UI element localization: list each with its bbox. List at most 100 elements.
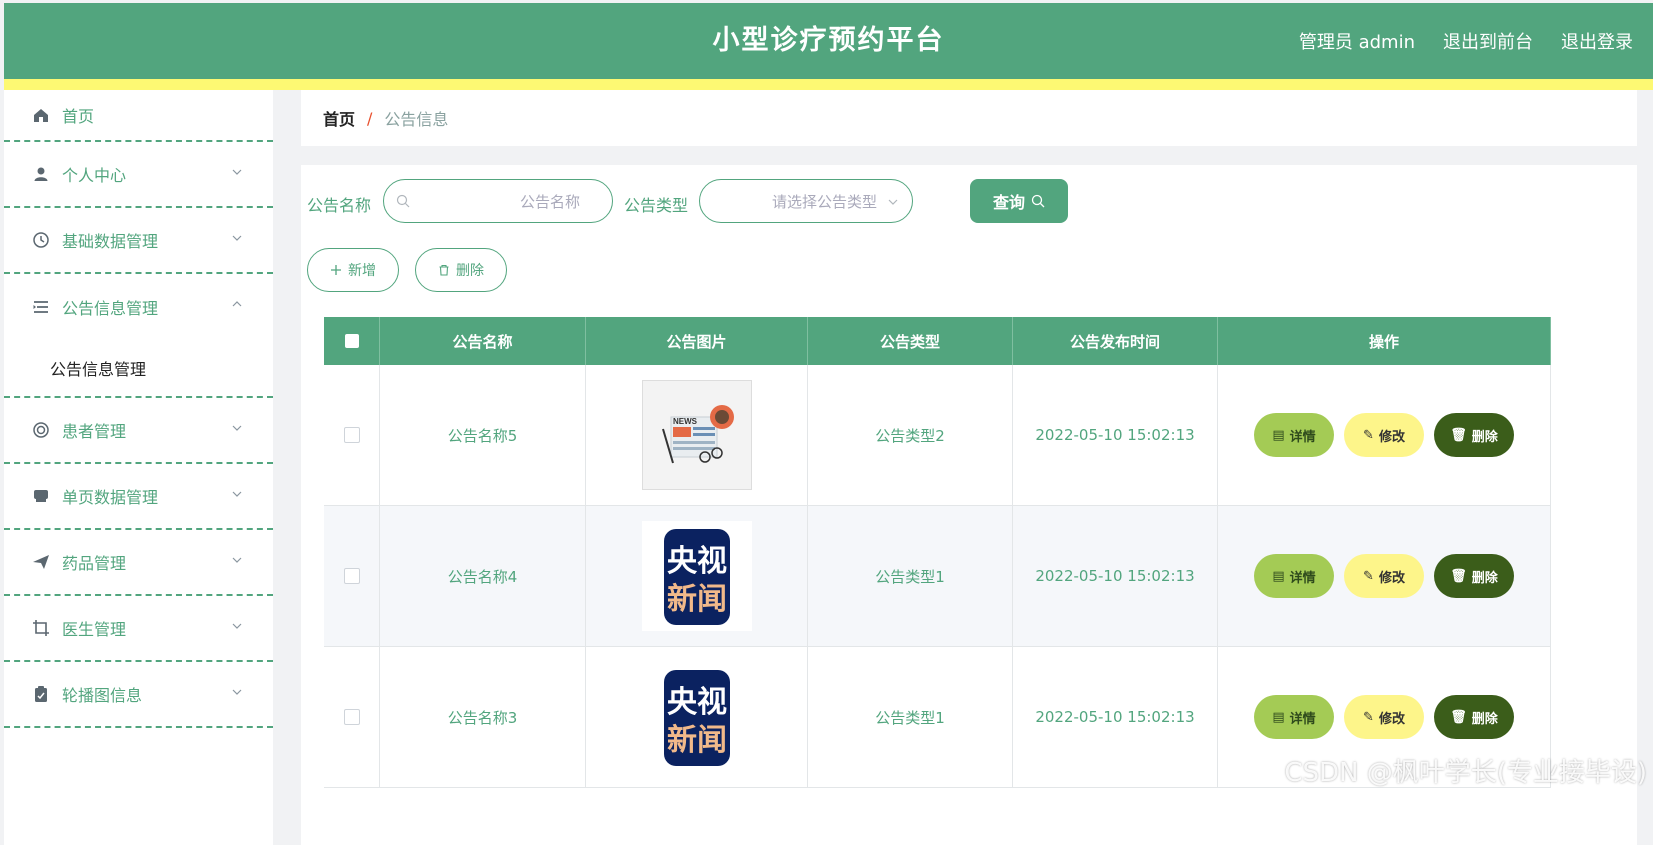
batch-delete-label: 删除: [456, 263, 484, 279]
chevron-down-icon: [232, 235, 242, 241]
chevron-down-icon: [232, 169, 242, 175]
main-panel: 公告名称 公告名称 公告类型 请选择公告类型 查询 新增 删除 公告名称 公告图…: [301, 165, 1637, 845]
trash-icon: 🗑: [1450, 568, 1467, 584]
sidebar-item-label: 单页数据管理: [62, 488, 159, 507]
delete-label: 删除: [1471, 711, 1498, 727]
notice-image-cctv[interactable]: 央视 新闻: [641, 521, 752, 631]
row-checkbox[interactable]: [343, 568, 360, 584]
user-icon: [32, 165, 50, 183]
sidebar: 首页 个人中心 基础数据管理 公告信息管理 公告信息管理 患者管理 单页数据管理…: [4, 90, 273, 845]
pen-icon: ✎: [1363, 568, 1374, 584]
sidebar-item-medicine[interactable]: 药品管理: [4, 530, 273, 596]
sidebar-item-patients[interactable]: 患者管理: [4, 398, 273, 464]
trash-icon: 🗑: [1450, 709, 1467, 725]
cell-notice-name: 公告名称3: [380, 647, 586, 787]
pen-icon: ✎: [1363, 427, 1374, 443]
notice-name-label: 公告名称: [307, 196, 372, 215]
breadcrumb-separator: /: [367, 108, 373, 128]
cell-notice-type: 公告类型2: [808, 365, 1013, 505]
table-row: 公告名称5 NEWS 公告类型2 2022-05-10 15:02:13 ▤ 详…: [324, 365, 1551, 506]
row-checkbox[interactable]: [343, 427, 360, 443]
sidebar-item-label: 公告信息管理: [62, 299, 159, 318]
detail-button[interactable]: ▤ 详情: [1254, 413, 1334, 457]
chevron-down-icon: [232, 425, 242, 431]
sidebar-item-single-page[interactable]: 单页数据管理: [4, 464, 273, 530]
submenu-item-notice-management[interactable]: 公告信息管理: [4, 340, 273, 396]
detail-button[interactable]: ▤ 详情: [1254, 554, 1334, 598]
breadcrumb-home[interactable]: 首页: [323, 106, 355, 130]
cell-publish-time: 2022-05-10 15:02:13: [1013, 647, 1218, 787]
back-to-front-link[interactable]: 退出到前台: [1443, 28, 1533, 54]
notice-image-cctv[interactable]: 央视 新闻: [641, 662, 752, 772]
search-icon: [396, 194, 410, 208]
home-icon: [32, 106, 50, 124]
col-notice-image: 公告图片: [586, 317, 808, 365]
sidebar-item-label: 药品管理: [62, 554, 127, 573]
cctv-news-logo-icon: 央视 新闻: [663, 529, 730, 625]
delete-button[interactable]: 🗑 删除: [1434, 413, 1514, 457]
delete-button[interactable]: 🗑 删除: [1434, 554, 1514, 598]
detail-label: 详情: [1289, 570, 1316, 586]
query-button[interactable]: 查询: [970, 179, 1068, 223]
table-row: 公告名称4 央视 新闻 公告类型1 2022-05-10 15:02:13 ▤ 详…: [324, 506, 1551, 647]
cell-notice-name: 公告名称5: [380, 365, 586, 505]
sidebar-item-doctors[interactable]: 医生管理: [4, 596, 273, 662]
edit-button[interactable]: ✎ 修改: [1344, 695, 1424, 739]
document-icon: ▤: [1272, 709, 1285, 725]
sidebar-item-label: 轮播图信息: [62, 686, 143, 705]
admin-label: 管理员 admin: [1298, 32, 1415, 53]
sidebar-item-basic-data[interactable]: 基础数据管理: [4, 208, 273, 274]
trash-icon: 🗑: [1450, 427, 1467, 443]
notice-name-input[interactable]: 公告名称: [383, 179, 613, 223]
edit-button[interactable]: ✎ 修改: [1344, 554, 1424, 598]
col-notice-name: 公告名称: [380, 317, 586, 365]
cctv-logo-line1: 央视: [667, 544, 727, 579]
chevron-down-icon: [232, 557, 242, 563]
sidebar-item-label: 首页: [62, 107, 95, 126]
query-button-label: 查询: [992, 193, 1025, 212]
delete-button[interactable]: 🗑 删除: [1434, 695, 1514, 739]
header-links: 管理员 admin 退出到前台 退出登录: [1299, 3, 1653, 79]
detail-button[interactable]: ▤ 详情: [1254, 695, 1334, 739]
cctv-logo-line2: 新闻: [667, 582, 727, 617]
cctv-logo-line1: 央视: [667, 685, 727, 720]
col-notice-type: 公告类型: [808, 317, 1013, 365]
select-all-checkbox[interactable]: [344, 334, 359, 348]
notice-type-placeholder: 请选择公告类型: [771, 192, 877, 211]
col-publish-time: 公告发布时间: [1013, 317, 1218, 365]
chevron-down-icon: [232, 689, 242, 695]
sidebar-item-home[interactable]: 首页: [4, 90, 273, 142]
sidebar-item-label: 患者管理: [62, 422, 127, 441]
edit-label: 修改: [1378, 570, 1405, 586]
clock-icon: [32, 231, 50, 249]
sidebar-item-personal-center[interactable]: 个人中心: [4, 142, 273, 208]
notice-image-news[interactable]: NEWS: [641, 380, 752, 490]
add-button[interactable]: 新增: [307, 248, 399, 292]
col-actions: 操作: [1218, 317, 1551, 365]
cell-notice-name: 公告名称4: [380, 506, 586, 646]
chevron-up-icon: [232, 301, 242, 307]
sidebar-item-label: 个人中心: [62, 166, 127, 185]
header-stripe: [4, 79, 1653, 90]
sidebar-item-notice-management[interactable]: 公告信息管理: [4, 274, 273, 340]
batch-delete-button[interactable]: 删除: [415, 248, 507, 292]
delete-label: 删除: [1471, 570, 1498, 586]
logout-link[interactable]: 退出登录: [1561, 28, 1633, 54]
breadcrumb-current: 公告信息: [384, 110, 449, 129]
edit-label: 修改: [1378, 711, 1405, 727]
cctv-logo-line2: 新闻: [667, 723, 727, 758]
edit-label: 修改: [1378, 429, 1405, 445]
detail-label: 详情: [1289, 429, 1316, 445]
chevron-down-icon: [888, 199, 898, 205]
sidebar-item-carousel[interactable]: 轮播图信息: [4, 662, 273, 728]
edit-button[interactable]: ✎ 修改: [1344, 413, 1424, 457]
plus-icon: [331, 265, 341, 275]
delete-label: 删除: [1471, 429, 1498, 445]
search-icon: [1031, 194, 1045, 208]
cell-publish-time: 2022-05-10 15:02:13: [1013, 365, 1218, 505]
add-button-label: 新增: [348, 263, 376, 279]
trash-icon: [439, 264, 449, 276]
notice-type-select[interactable]: 请选择公告类型: [699, 179, 913, 223]
row-checkbox[interactable]: [343, 709, 360, 725]
printer-icon: [32, 487, 50, 505]
